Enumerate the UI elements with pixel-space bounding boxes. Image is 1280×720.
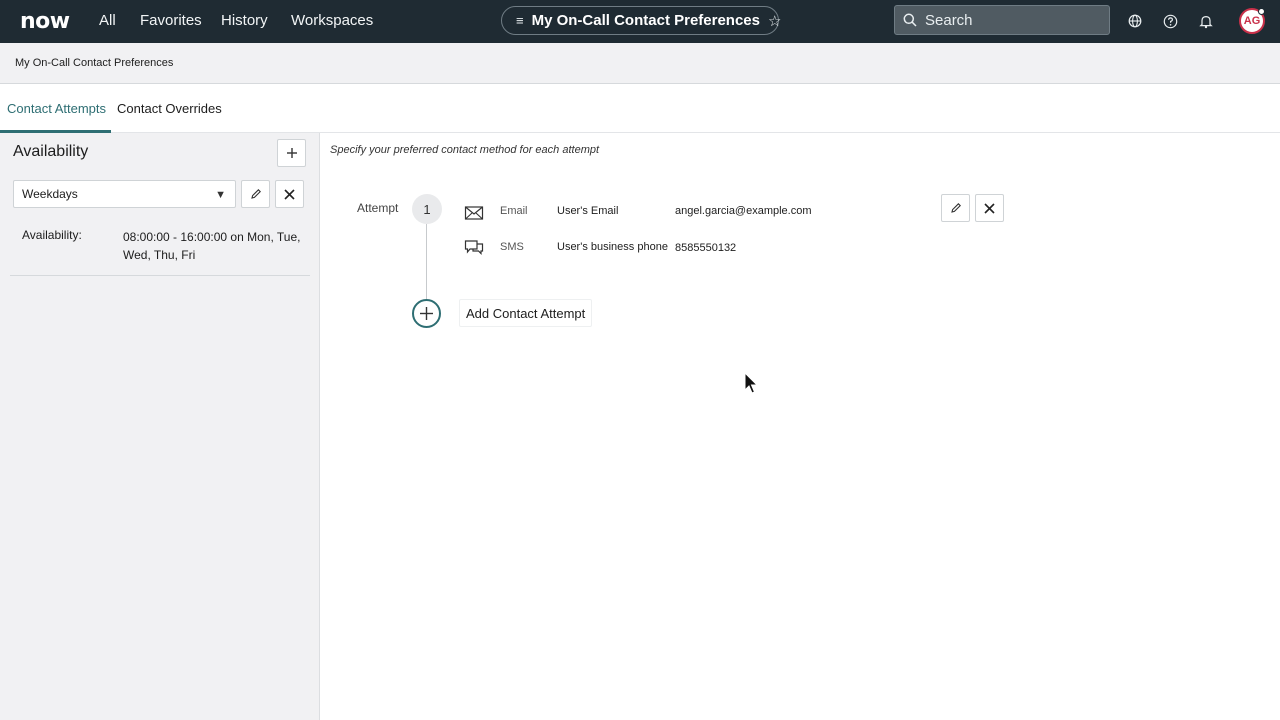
plus-icon	[420, 307, 433, 320]
timeline-line	[426, 224, 427, 300]
mouse-cursor-icon	[744, 372, 758, 394]
availability-label: Availability:	[22, 228, 82, 242]
nav-workspaces[interactable]: Workspaces	[291, 12, 373, 29]
instruction-text: Specify your preferred contact method fo…	[330, 144, 600, 156]
nav-favorites[interactable]: Favorites	[140, 12, 202, 29]
caret-down-icon: ▼	[215, 189, 226, 201]
search-box[interactable]	[894, 5, 1110, 35]
delete-attempt-button[interactable]	[975, 194, 1004, 222]
edit-availability-button[interactable]	[241, 180, 270, 208]
close-icon	[984, 202, 995, 214]
availability-select[interactable]: Weekdays ▼	[13, 180, 236, 208]
pencil-icon	[950, 203, 961, 213]
search-input[interactable]	[925, 11, 1095, 29]
top-nav: now All Favorites History Workspaces ≡ M…	[0, 0, 1280, 43]
plus-icon	[286, 148, 297, 158]
method-source-email: User's Email	[557, 205, 619, 217]
tab-bar: Contact Attempts Contact Overrides	[0, 84, 1280, 133]
nav-all[interactable]: All	[99, 12, 116, 29]
star-icon[interactable]: ☆	[768, 12, 781, 30]
method-type-sms: SMS	[500, 241, 524, 253]
globe-icon[interactable]	[1126, 12, 1144, 30]
breadcrumb: My On-Call Contact Preferences	[0, 43, 1280, 84]
menu-icon[interactable]: ≡	[516, 13, 524, 28]
pencil-icon	[250, 189, 261, 199]
availability-title: Availability	[13, 143, 89, 160]
availability-panel: Availability Weekdays ▼ Availability: 08…	[0, 133, 320, 720]
delete-availability-button[interactable]	[275, 180, 304, 208]
help-icon[interactable]	[1161, 12, 1179, 30]
search-icon	[903, 13, 917, 27]
breadcrumb-label[interactable]: My On-Call Contact Preferences	[15, 57, 173, 69]
nav-history[interactable]: History	[221, 12, 268, 29]
page-title-pill[interactable]: ≡ My On-Call Contact Preferences ☆	[501, 6, 781, 35]
close-icon	[284, 188, 295, 200]
now-logo[interactable]: now	[20, 9, 70, 34]
add-attempt-icon-button[interactable]	[412, 299, 441, 328]
tab-contact-overrides[interactable]: Contact Overrides	[117, 101, 222, 116]
envelope-icon	[464, 206, 484, 220]
presence-dot-icon	[1258, 8, 1265, 15]
availability-selected: Weekdays	[22, 187, 78, 201]
attempt-number-badge: 1	[412, 194, 442, 224]
availability-value: 08:00:00 - 16:00:00 on Mon, Tue, Wed, Th…	[123, 230, 301, 262]
method-type-email: Email	[500, 205, 528, 217]
method-source-sms: User's business phone	[557, 241, 668, 253]
method-value-sms: 8585550132	[675, 242, 737, 254]
method-value-email: angel.garcia@example.com	[675, 205, 812, 217]
attempt-label: Attempt	[357, 201, 399, 215]
page-title: My On-Call Contact Preferences	[531, 12, 760, 29]
add-contact-attempt-button[interactable]: Add Contact Attempt	[459, 299, 593, 327]
add-availability-button[interactable]	[277, 139, 306, 167]
divider	[10, 275, 310, 276]
chat-icon	[464, 240, 484, 255]
edit-attempt-button[interactable]	[941, 194, 970, 222]
bell-icon[interactable]	[1197, 12, 1215, 30]
tab-contact-attempts[interactable]: Contact Attempts	[7, 101, 106, 116]
